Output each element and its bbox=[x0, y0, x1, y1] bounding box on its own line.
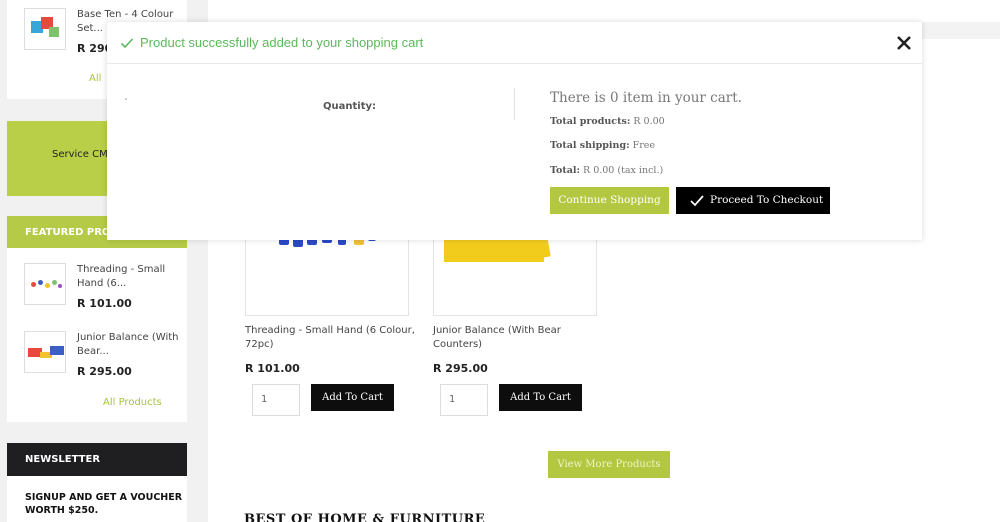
page-background: Base Ten - 4 Colour Set... R 290 All Ser… bbox=[0, 0, 1000, 522]
check-icon bbox=[120, 38, 134, 49]
view-more-button[interactable]: View More Products bbox=[548, 451, 670, 478]
quantity-input[interactable]: 1 bbox=[252, 384, 300, 416]
product-title[interactable]: Junior Balance (With Bear Counters) bbox=[433, 324, 603, 352]
add-to-cart-button[interactable]: Add To Cart bbox=[311, 384, 394, 411]
newsletter-text: SIGNUP AND GET A VOUCHER WORTH $250. bbox=[7, 476, 187, 522]
add-to-cart-button[interactable]: Add To Cart bbox=[499, 384, 582, 411]
product-details: Quantity: bbox=[107, 65, 515, 240]
continue-shopping-button[interactable]: Continue Shopping bbox=[550, 187, 669, 214]
newsletter-heading: NEWSLETTER bbox=[7, 443, 187, 476]
product-thumbnail[interactable] bbox=[24, 331, 66, 373]
check-icon bbox=[690, 195, 704, 207]
column-divider bbox=[514, 88, 515, 120]
all-link[interactable]: All bbox=[89, 73, 101, 84]
total-label: Total: bbox=[550, 165, 580, 176]
cart-count-text: There is 0 item in your cart. bbox=[550, 90, 742, 106]
product-price: R 295.00 bbox=[433, 362, 488, 375]
service-text: Service CM bbox=[52, 149, 108, 160]
product-price: R 101.00 bbox=[77, 297, 132, 310]
close-icon[interactable] bbox=[895, 34, 913, 52]
total-products-label: Total products: bbox=[550, 116, 631, 127]
product-title[interactable]: Threading - Small Hand (6 Colour, 72pc) bbox=[245, 324, 415, 352]
modal-title: Product successfully added to your shopp… bbox=[140, 35, 424, 50]
total-shipping-row: Total shipping: Free bbox=[550, 140, 655, 151]
total-value: R 0.00 (tax incl.) bbox=[583, 165, 664, 176]
all-products-link[interactable]: All Products bbox=[103, 397, 162, 408]
product-price: R 295.00 bbox=[77, 365, 132, 378]
product-image-placeholder bbox=[125, 98, 127, 100]
product-thumbnail[interactable] bbox=[24, 8, 66, 50]
proceed-to-checkout-button[interactable]: Proceed To Checkout bbox=[676, 187, 830, 214]
list-item[interactable]: Threading - Small Hand (6... R 101.00 bbox=[24, 263, 184, 313]
cart-modal: Product successfully added to your shopp… bbox=[107, 22, 922, 240]
total-row: Total: R 0.00 (tax incl.) bbox=[550, 165, 663, 176]
product-name[interactable]: Junior Balance (With Bear... bbox=[77, 331, 185, 359]
total-shipping-label: Total shipping: bbox=[550, 140, 630, 151]
product-thumbnail[interactable] bbox=[24, 263, 66, 305]
total-products-row: Total products: R 0.00 bbox=[550, 116, 665, 127]
quantity-input[interactable]: 1 bbox=[440, 384, 488, 416]
product-price: R 101.00 bbox=[245, 362, 300, 375]
modal-header: Product successfully added to your shopp… bbox=[107, 22, 922, 64]
total-products-value: R 0.00 bbox=[633, 116, 665, 127]
product-name[interactable]: Threading - Small Hand (6... bbox=[77, 263, 185, 291]
checkout-label: Proceed To Checkout bbox=[710, 194, 824, 206]
section-title: BEST OF HOME & FURNITURE bbox=[244, 512, 486, 522]
total-shipping-value: Free bbox=[632, 140, 656, 151]
quantity-label: Quantity: bbox=[323, 101, 376, 112]
list-item[interactable]: Junior Balance (With Bear... R 295.00 bbox=[24, 331, 184, 381]
featured-box: Threading - Small Hand (6... R 101.00 Ju… bbox=[7, 248, 187, 422]
